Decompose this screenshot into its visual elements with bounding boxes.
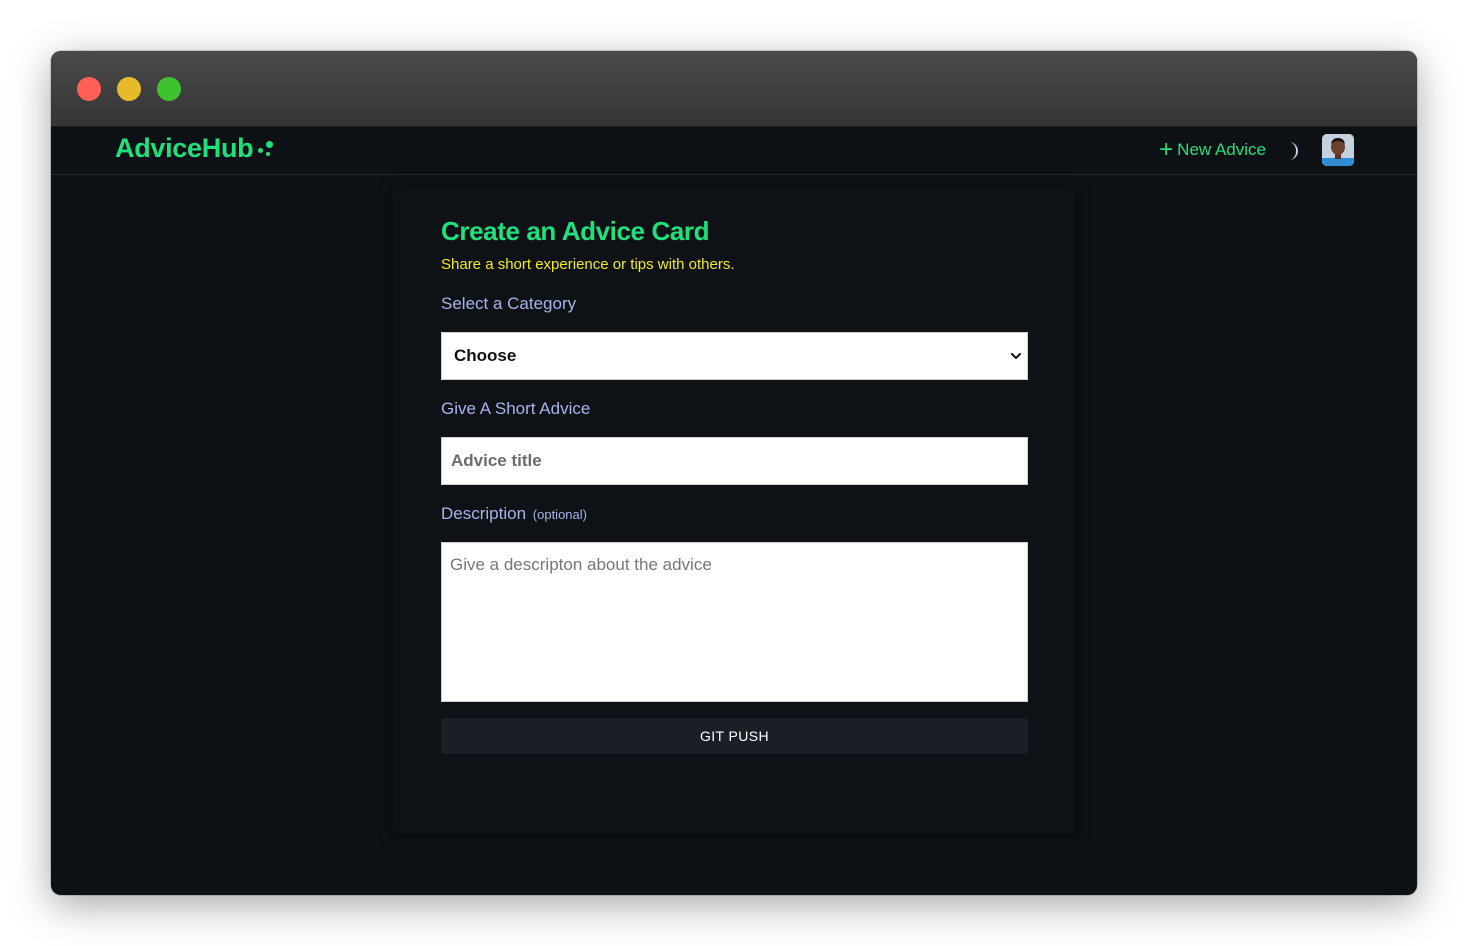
category-label: Select a Category [441,294,577,313]
logo-dots-icon [257,139,277,159]
window-titlebar [51,51,1417,127]
chevron-down-icon [1011,353,1021,359]
category-select[interactable]: Choose [441,332,1028,380]
maximize-window-button[interactable] [157,77,181,101]
page-title: Create an Advice Card [441,216,710,246]
logo-text: AdviceHub [115,133,254,163]
logo[interactable]: AdviceHub [115,133,277,164]
minimize-window-button[interactable] [117,77,141,101]
description-label: Description (optional) [441,504,587,524]
advice-title-input[interactable] [441,437,1028,485]
advice-form-card: Create an Advice Card Share a short expe… [393,186,1075,834]
advice-title-label: Give A Short Advice [441,399,591,418]
page-subtitle: Share a short experience or tips with ot… [441,256,735,273]
category-selected-value: Choose [454,346,517,365]
avatar[interactable] [1322,134,1354,166]
plus-icon: + [1159,136,1174,163]
user-avatar-icon [1322,134,1354,166]
description-label-text: Description [441,504,527,523]
app-window: AdviceHub + New Advice Create an Advice … [51,51,1417,895]
close-window-button[interactable] [77,77,101,101]
submit-button[interactable]: GIT PUSH [441,718,1028,754]
new-advice-label: New Advice [1177,140,1266,159]
description-textarea[interactable] [441,542,1028,702]
optional-hint: (optional) [532,507,587,522]
moon-icon[interactable] [1285,141,1303,161]
new-advice-link[interactable]: + New Advice [1159,136,1266,163]
navbar: AdviceHub + New Advice [51,127,1417,175]
